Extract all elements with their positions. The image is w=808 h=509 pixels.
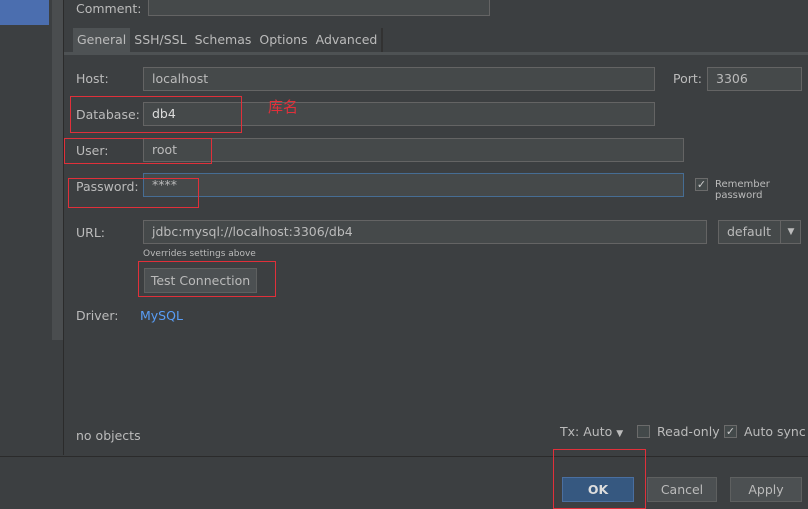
ok-highlight — [553, 449, 646, 509]
comment-label: Comment: — [76, 1, 142, 16]
status-text: no objects — [76, 428, 141, 443]
remember-password-label: Remember password — [715, 179, 770, 201]
url-input[interactable]: jdbc:mysql://localhost:3306/db4 — [143, 220, 707, 244]
tab-underline — [64, 52, 808, 55]
tab-advanced[interactable]: Advanced — [311, 28, 382, 52]
port-input[interactable]: 3306 — [707, 67, 802, 91]
apply-button[interactable]: Apply — [730, 477, 802, 502]
user-highlight — [64, 138, 212, 164]
auto-sync-checkbox[interactable]: ✓ — [724, 425, 737, 438]
comment-field[interactable] — [148, 0, 490, 16]
selected-datasource[interactable] — [0, 0, 49, 25]
password-highlight — [68, 178, 199, 208]
tab-schemas[interactable]: Schemas — [190, 28, 256, 52]
tab-general[interactable]: General — [73, 28, 131, 52]
driver-label: Driver: — [76, 308, 119, 323]
remember-password-checkbox[interactable]: ✓ — [695, 178, 708, 191]
panel-scrollbar[interactable] — [52, 0, 63, 340]
divider — [63, 0, 64, 455]
cancel-button[interactable]: Cancel — [647, 477, 717, 502]
url-hint: Overrides settings above — [143, 249, 256, 259]
chevron-down-icon[interactable]: ▼ — [780, 221, 801, 243]
tx-dropdown[interactable]: Tx: Auto ▼ — [560, 424, 623, 439]
database-annotation: 库名 — [268, 98, 299, 116]
database-highlight — [70, 96, 242, 133]
host-input[interactable]: localhost — [143, 67, 655, 91]
tab-bar: General SSH/SSL Schemas Options Advanced — [73, 28, 384, 52]
tab-options[interactable]: Options — [255, 28, 312, 52]
tab-ssh-ssl[interactable]: SSH/SSL — [130, 28, 191, 52]
port-label: Port: — [673, 71, 702, 86]
dropdown-arrow-icon: ▼ — [616, 429, 624, 439]
footer-divider — [0, 456, 808, 457]
user-input[interactable]: root — [143, 138, 684, 162]
left-panel — [0, 0, 52, 505]
url-label: URL: — [76, 225, 106, 240]
host-label: Host: — [76, 71, 109, 86]
read-only-label: Read-only — [657, 424, 720, 439]
auto-sync-label: Auto sync — [744, 424, 806, 439]
driver-link[interactable]: MySQL — [140, 308, 183, 323]
password-input[interactable]: **** — [143, 173, 684, 197]
tx-label: Tx: Auto — [560, 424, 613, 439]
read-only-checkbox[interactable] — [637, 425, 650, 438]
test-connection-highlight — [138, 261, 276, 297]
